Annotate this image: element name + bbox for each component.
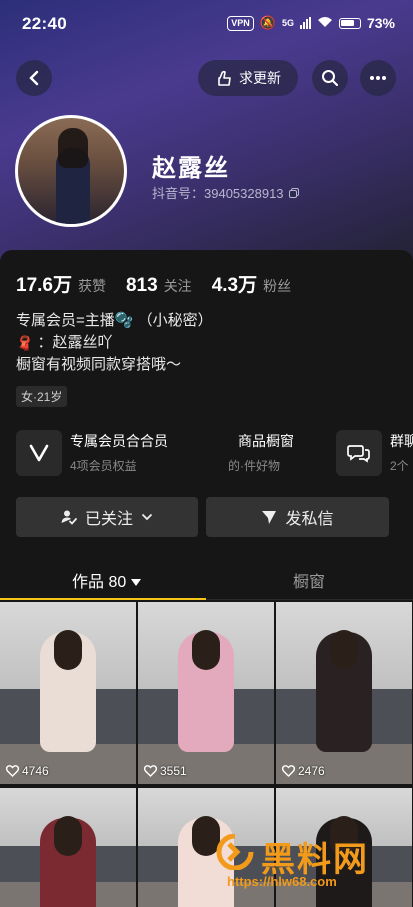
active-tab-indicator [0,598,206,600]
profile-name: 赵露丝 [152,155,230,182]
mute-icon: 🔕 [259,15,276,30]
chevron-left-icon [29,70,39,86]
copy-icon [289,188,300,198]
post-person-head [192,630,220,670]
status-icons: VPN 🔕 5G 73% [227,15,395,31]
tab-works-label: 作品 80 [72,574,127,591]
user-check-icon [61,510,77,525]
membership-card-title[interactable]: 专属会员合合员 [70,431,168,451]
group-chat-card-sub: 2个 [390,459,409,473]
post-likes: 2476 [282,764,325,778]
following-count[interactable]: 813 [126,275,158,297]
post-likes: 4746 [6,764,49,778]
post-likes-count: 4746 [22,764,49,778]
avatar[interactable] [15,115,127,227]
group-chat-card-title[interactable]: 群聊 [390,431,413,451]
request-update-button[interactable]: 求更新 [198,60,298,96]
post-person-head [54,816,82,856]
send-icon [262,511,277,524]
watermark: 黑料网 https://hlw68.com [215,832,403,894]
heart-icon [282,765,295,777]
post-thumbnail[interactable]: 4746 [0,602,136,784]
followed-button[interactable]: 已关注 [16,497,198,537]
battery-level: 73% [366,15,395,31]
shop-card-title[interactable]: 商品橱窗 [238,431,294,451]
send-message-label: 发私信 [285,511,334,528]
network-label: 5G [281,18,294,28]
caret-down-icon [130,579,141,586]
vpn-icon: VPN [227,15,254,31]
group-chat-card-icon[interactable] [336,430,382,476]
douyin-id-text: 抖音号：39405328913 [152,186,284,201]
feature-cards: 专属会员合合员 4项会员权益 商品橱窗 的·件好物 群聊 2个 [16,428,413,478]
following-label: 关注 [163,278,192,294]
watermark-logo-icon [215,833,257,871]
content-tabs: 作品 80 橱窗 [0,560,413,600]
shop-card-sub: 的·件好物 [228,459,280,473]
watermark-url: https://hlw68.com [227,874,337,889]
bio-line-1: 专属会员=主播🫧 （小秘密） [16,312,213,329]
avatar-hair [58,128,88,168]
hand-point-icon [218,70,231,86]
followed-label: 已关注 [84,511,133,528]
v-badge-icon [29,444,49,462]
followers-label: 粉丝 [263,278,292,294]
heart-icon [144,765,157,777]
battery-icon [338,17,361,29]
post-person-head [54,630,82,670]
bio-line-2-text: ：赵露丝吖 [37,334,113,351]
request-update-label: 求更新 [239,70,281,86]
chevron-down-icon [141,513,153,521]
likes-label: 获赞 [77,278,106,294]
post-thumbnail[interactable]: 2476 [276,602,412,784]
search-icon [322,70,339,87]
chat-bubbles-icon [347,445,370,463]
search-button[interactable] [312,60,348,96]
profile-bio: 专属会员=主播🫧 （小秘密） 🧣 ：赵露丝吖 橱窗有视频同款穿搭哦～ [16,310,213,376]
post-thumbnail[interactable]: 3551 [138,602,274,784]
membership-card-sub: 4项会员权益 [70,459,137,473]
gender-age-tag: 女·21岁 [16,386,68,407]
followers-count[interactable]: 4.3万 [212,270,257,297]
post-likes-count: 3551 [160,764,187,778]
post-person-head [330,630,358,670]
profile-stats: 17.6万 获赞 813 关注 4.3万 粉丝 [16,270,291,297]
signal-icon [299,17,311,29]
more-button[interactable] [360,60,396,96]
more-dots-icon [370,76,386,80]
post-thumbnail[interactable] [0,788,136,907]
post-likes: 3551 [144,764,187,778]
send-message-button[interactable]: 发私信 [206,497,389,537]
wifi-icon [317,16,333,31]
status-time: 22:40 [22,14,67,33]
bio-line-2: 🧣 ：赵露丝吖 [16,332,213,354]
tab-works[interactable]: 作品 80 [72,568,141,592]
red-scarf-icon: 🧣 [16,335,34,351]
likes-count[interactable]: 17.6万 [16,270,72,297]
membership-card-icon[interactable] [16,430,62,476]
status-bar: 22:40 VPN 🔕 5G 73% [0,0,413,48]
tab-shop[interactable]: 橱窗 [293,568,325,592]
post-likes-count: 2476 [298,764,325,778]
heart-icon [6,765,19,777]
bio-line-3: 橱窗有视频同款穿搭哦～ [16,356,182,373]
douyin-id[interactable]: 抖音号：39405328913 [152,183,300,202]
back-button[interactable] [16,60,52,96]
